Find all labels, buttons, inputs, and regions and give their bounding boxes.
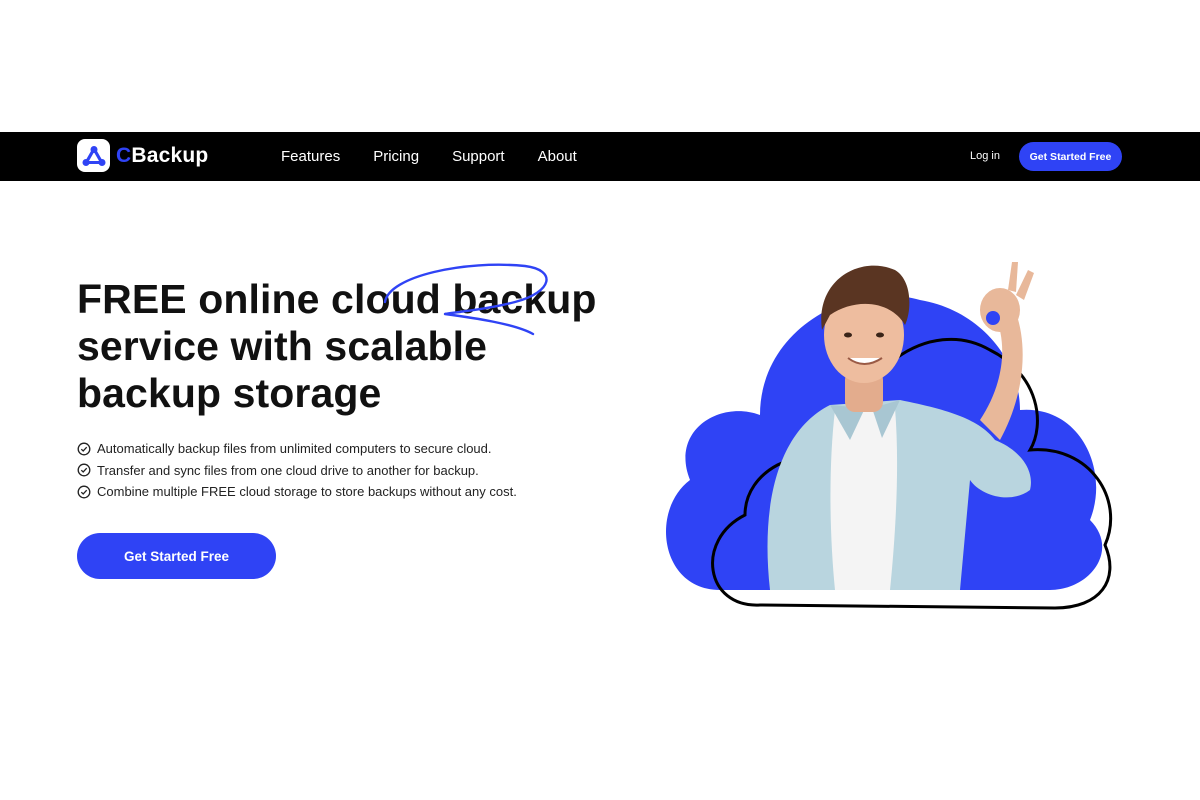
nav-get-started-button[interactable]: Get Started Free: [1019, 142, 1122, 171]
brand-name: CBackup: [116, 144, 208, 168]
check-circle-icon: [77, 463, 91, 477]
check-circle-icon: [77, 485, 91, 499]
feature-list: Automatically backup files from unlimite…: [77, 438, 517, 503]
feature-text: Automatically backup files from unlimite…: [97, 441, 492, 457]
feature-item: Transfer and sync files from one cloud d…: [77, 460, 517, 482]
check-circle-icon: [77, 442, 91, 456]
login-link[interactable]: Log in: [970, 132, 1000, 181]
hero-title-line-2: service with scalable: [77, 323, 488, 369]
feature-item: Automatically backup files from unlimite…: [77, 438, 517, 460]
hero-title-line-3: backup storage: [77, 370, 382, 416]
feature-text: Transfer and sync files from one cloud d…: [97, 462, 479, 478]
nav-item-about[interactable]: About: [538, 148, 577, 165]
brand-name-suffix: Backup: [131, 143, 209, 167]
hero-get-started-button[interactable]: Get Started Free: [77, 533, 276, 579]
brand-logo[interactable]: CBackup: [77, 139, 208, 172]
nav-item-support[interactable]: Support: [452, 148, 505, 165]
main-nav: Features Pricing Support About: [281, 132, 610, 181]
feature-item: Combine multiple FREE cloud storage to s…: [77, 481, 517, 503]
hero-title-line-1: FREE online cloud backup: [77, 276, 597, 322]
brand-name-prefix: C: [116, 143, 132, 167]
nav-item-features[interactable]: Features: [281, 148, 340, 165]
hero-title: FREE online cloud backup service with sca…: [77, 276, 637, 417]
nav-item-pricing[interactable]: Pricing: [373, 148, 419, 165]
feature-text: Combine multiple FREE cloud storage to s…: [97, 484, 517, 500]
cloud-share-icon: [77, 139, 110, 172]
hero-illustration: [666, 262, 1113, 610]
top-navbar: CBackup Features Pricing Support About L…: [0, 132, 1200, 181]
